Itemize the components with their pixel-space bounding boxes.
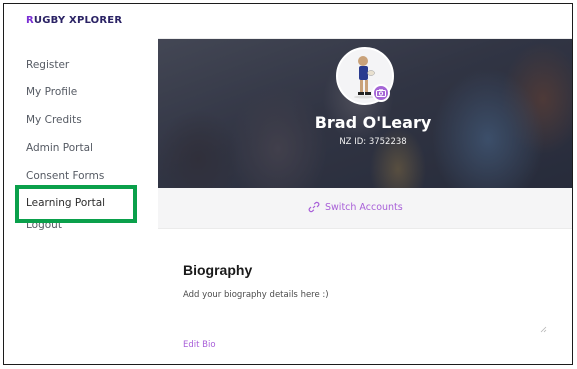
- biography-card: Biography Add your biography details her…: [158, 229, 572, 364]
- top-bar: [158, 4, 572, 39]
- switch-accounts-button[interactable]: Switch Accounts: [308, 201, 403, 213]
- switch-accounts-bar: Switch Accounts: [158, 188, 572, 229]
- profile-nz-id: NZ ID: 3752238: [339, 137, 407, 147]
- camera-icon[interactable]: [372, 84, 390, 102]
- app-window: RUGBY XPLORER Register My Profile My Cre…: [3, 3, 573, 365]
- biography-text[interactable]: Add your biography details here :): [183, 290, 329, 300]
- link-icon: [308, 201, 320, 213]
- sidebar-item-my-profile[interactable]: My Profile: [26, 86, 77, 98]
- switch-accounts-label: Switch Accounts: [325, 201, 403, 213]
- sidebar-item-my-credits[interactable]: My Credits: [26, 114, 82, 126]
- sidebar-item-learning-portal[interactable]: Learning Portal: [26, 197, 105, 209]
- sidebar-item-logout[interactable]: Logout: [26, 223, 62, 231]
- biography-title: Biography: [183, 262, 253, 278]
- sidebar: RUGBY XPLORER Register My Profile My Cre…: [4, 4, 158, 364]
- sidebar-item-register[interactable]: Register: [26, 59, 69, 71]
- edit-bio-link[interactable]: Edit Bio: [183, 340, 216, 350]
- profile-banner: Brad O'Leary NZ ID: 3752238: [158, 39, 572, 188]
- profile-name: Brad O'Leary: [314, 113, 432, 132]
- resize-handle-icon[interactable]: [539, 325, 547, 333]
- sidebar-item-admin-portal[interactable]: Admin Portal: [26, 142, 93, 154]
- sidebar-item-consent-forms[interactable]: Consent Forms: [26, 170, 104, 182]
- brand-logo[interactable]: RUGBY XPLORER: [26, 15, 122, 26]
